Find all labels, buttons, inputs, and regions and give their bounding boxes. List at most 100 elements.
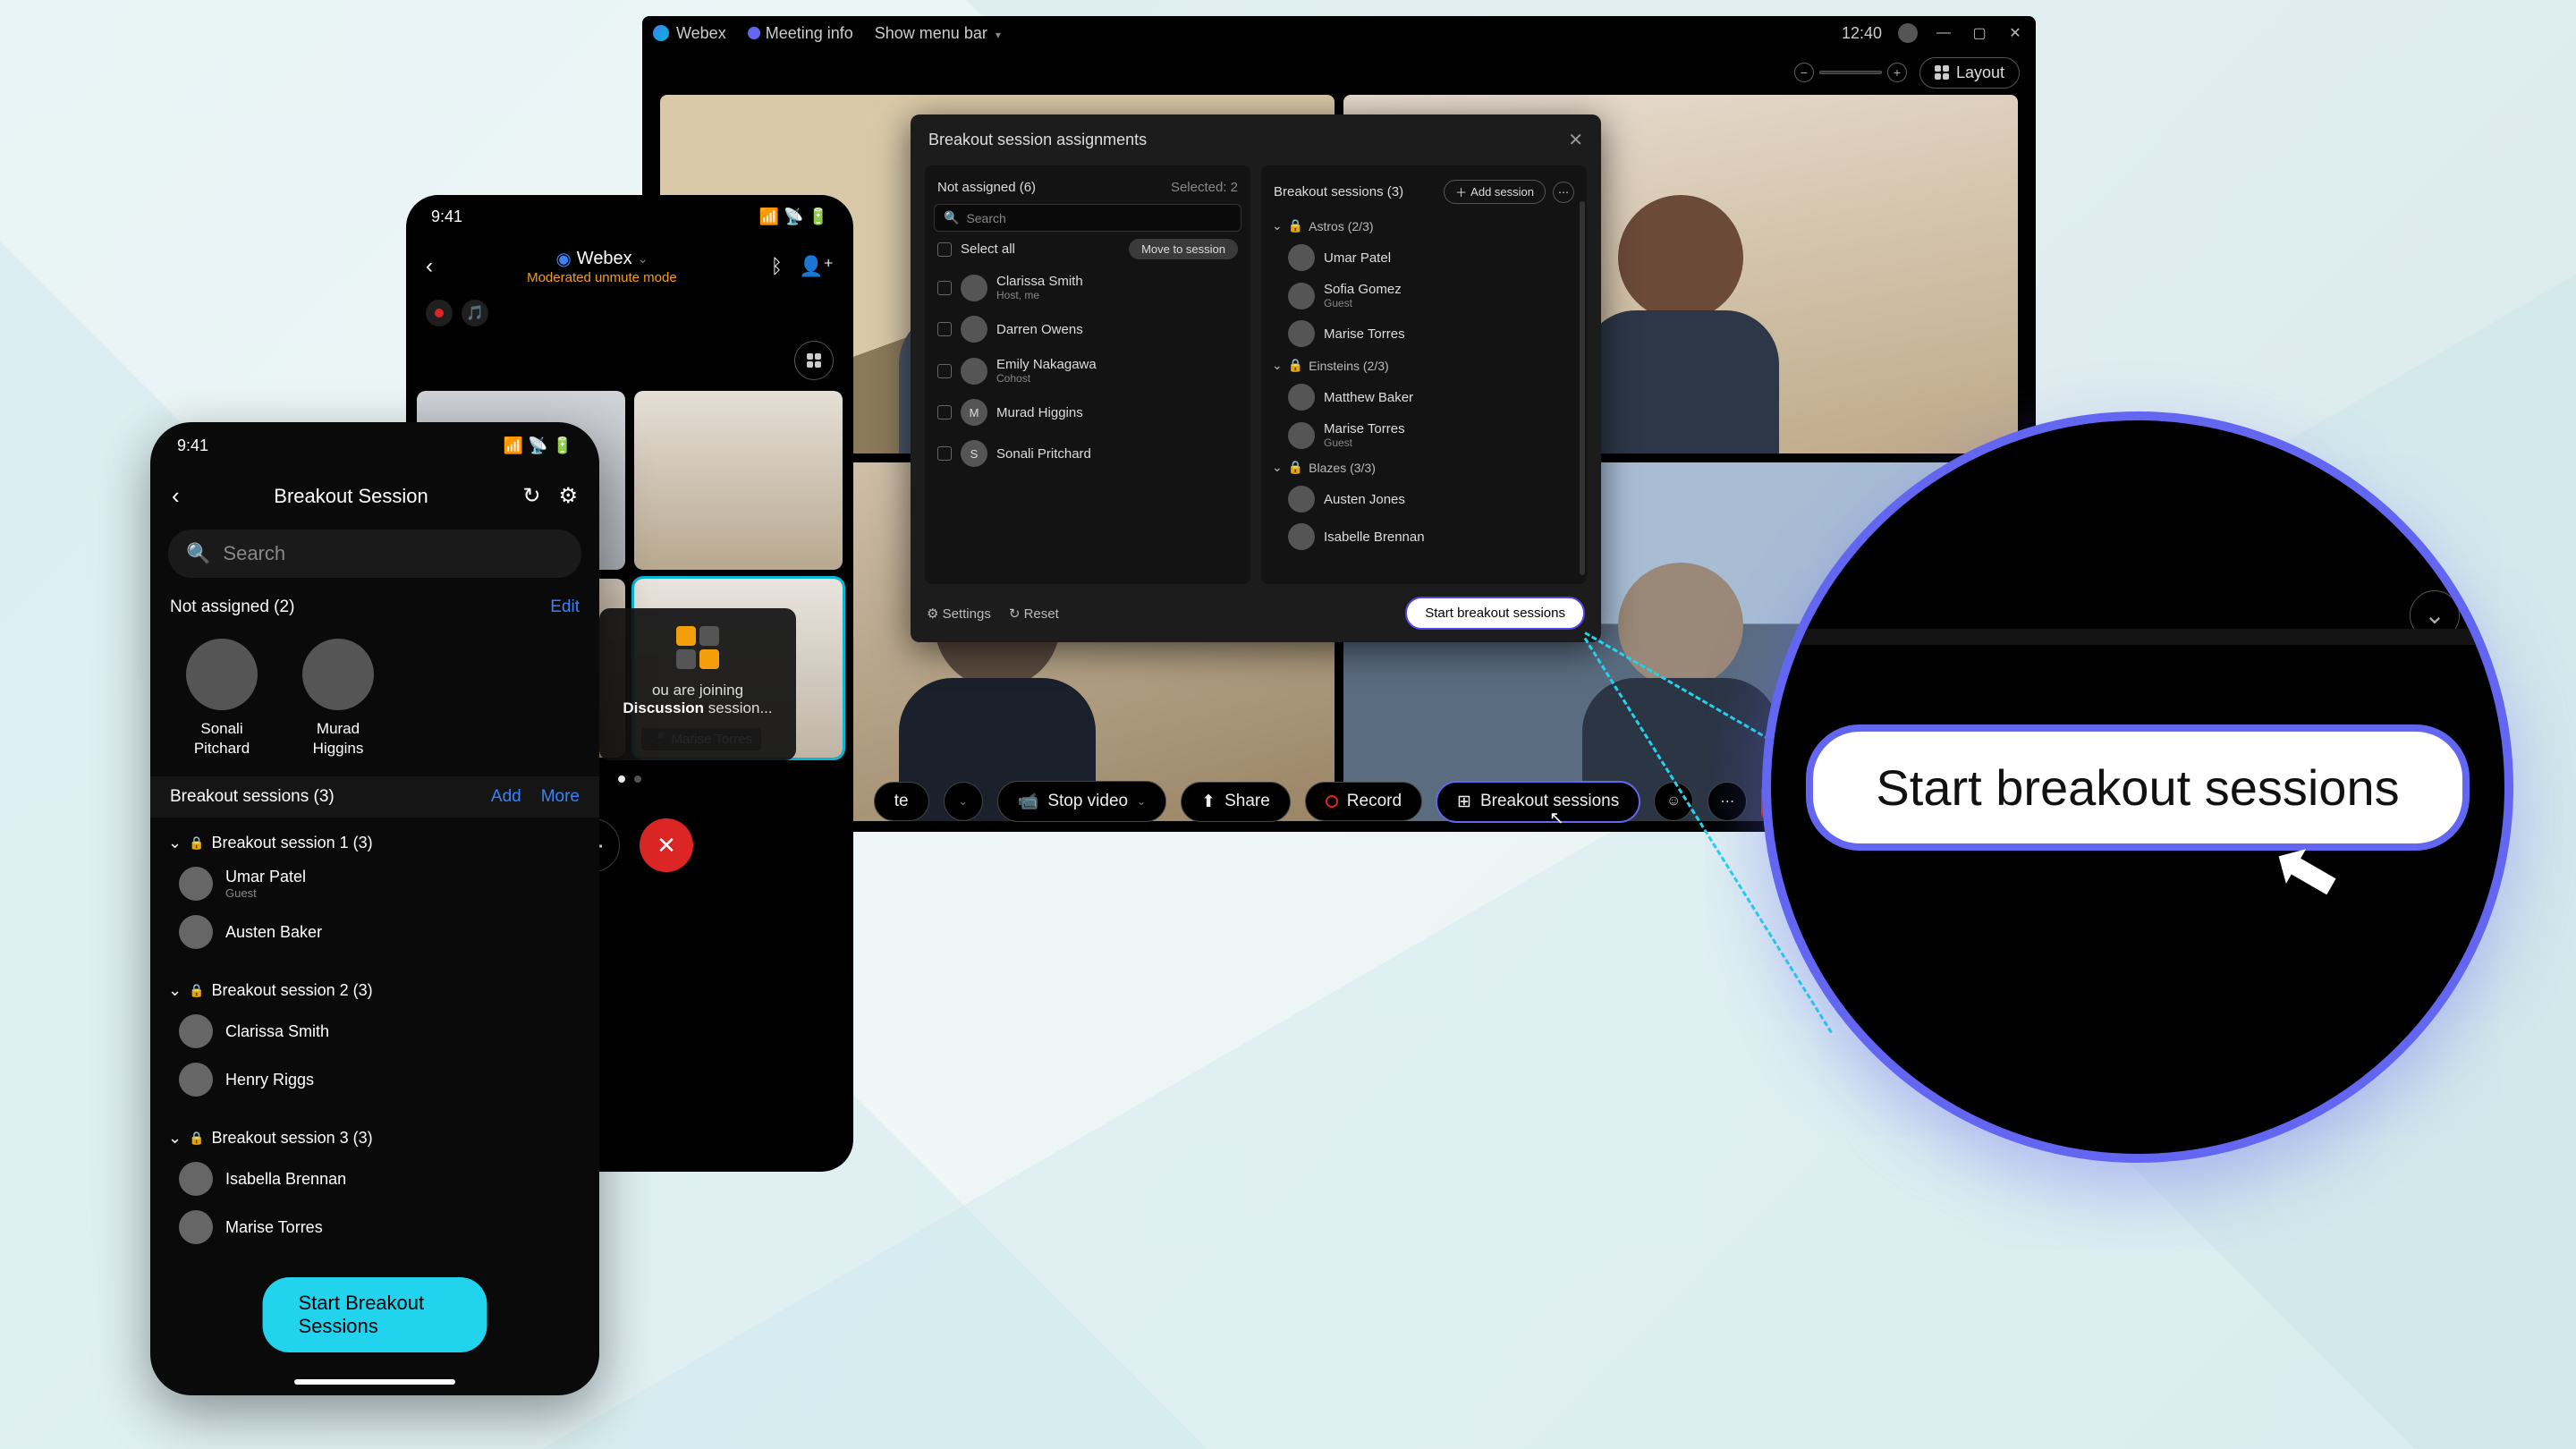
session-member[interactable]: Marise Torres [1270, 315, 1578, 352]
reset-link[interactable]: ↻ Reset [1009, 606, 1059, 622]
unassigned-row[interactable]: Emily NakagawaCohost [934, 350, 1241, 392]
back-icon[interactable]: ‹ [426, 254, 433, 279]
zoom-in-icon[interactable]: + [1887, 63, 1907, 82]
home-indicator[interactable] [294, 1379, 455, 1385]
topbar: − + Layout [642, 50, 2036, 95]
session-member[interactable]: Marise TorresGuest [1270, 416, 1578, 454]
move-to-session-button[interactable]: Move to session [1129, 239, 1238, 259]
phone-device: 9:41 📶 📡 🔋 ‹ Breakout Session ↻ ⚙ 🔍 Sear… [150, 422, 599, 1395]
search-icon: 🔍 [944, 210, 959, 225]
zoom-control[interactable]: − + [1794, 63, 1907, 82]
breakout-icon [676, 626, 719, 669]
more-icon[interactable]: ⋯ [1553, 182, 1574, 203]
tablet-title: Webex [577, 249, 632, 269]
session-member[interactable]: Umar Patel [1270, 239, 1578, 276]
session-member[interactable]: Austen Jones [1270, 480, 1578, 518]
session-member[interactable]: Austen Baker [168, 908, 581, 956]
info-icon [748, 27, 760, 39]
session-group-header[interactable]: ⌄🔒Breakout session 1 (3) [168, 826, 581, 860]
person-name: MuradHiggins [302, 719, 374, 758]
unassigned-row[interactable]: Clarissa SmithHost, me [934, 267, 1241, 309]
avatar: S [961, 440, 987, 467]
more-options-button[interactable]: ⋯ [1707, 782, 1747, 821]
share-button[interactable]: ⬆Share [1181, 782, 1291, 822]
breakout-sessions-button[interactable]: ⊞Breakout sessions [1436, 782, 1640, 822]
add-session-button[interactable]: ＋ Add session [1444, 180, 1546, 204]
person-name: SonaliPitchard [186, 719, 258, 758]
close-icon[interactable]: ✕ [2005, 23, 2025, 43]
avatar [1288, 523, 1315, 550]
search-input[interactable]: 🔍 Search [168, 530, 581, 578]
zoom-out-icon[interactable]: − [1794, 63, 1814, 82]
add-link[interactable]: Add [491, 787, 521, 807]
session-member[interactable]: Isabella Brennan [168, 1155, 581, 1203]
profile-avatar[interactable] [1898, 23, 1918, 43]
unassigned-person[interactable]: SonaliPitchard [186, 639, 258, 758]
mute-button[interactable]: te [874, 782, 929, 821]
checkbox[interactable] [937, 364, 952, 378]
session-group-header[interactable]: ⌄🔒Einsteins (2/3) [1270, 352, 1578, 378]
session-member[interactable]: Sofia GomezGuest [1270, 276, 1578, 315]
session-group-header[interactable]: ⌄🔒Blazes (3/3) [1270, 454, 1578, 480]
edit-link[interactable]: Edit [550, 597, 580, 617]
search-input[interactable]: 🔍 Search [934, 204, 1241, 232]
session-member[interactable]: Henry Riggs [168, 1055, 581, 1104]
unassigned-column: Not assigned (6) Selected: 2 🔍 Search Se… [925, 165, 1250, 584]
page-title: Breakout Session [274, 485, 428, 508]
unassigned-row[interactable]: M Murad Higgins [934, 392, 1241, 433]
unassigned-row[interactable]: S Sonali Pritchard [934, 433, 1241, 474]
signal-wifi-battery-icon: 📶 📡 🔋 [759, 208, 828, 226]
start-breakout-button[interactable]: Start breakout sessions [1405, 597, 1585, 630]
mute-dropdown[interactable]: ⌄ [944, 782, 983, 821]
session-group-header[interactable]: ⌄🔒Breakout session 2 (3) [168, 974, 581, 1007]
avatar [186, 639, 258, 710]
session-member[interactable]: Clarissa Smith [168, 1007, 581, 1055]
checkbox[interactable] [937, 446, 952, 461]
more-link[interactable]: More [541, 787, 580, 807]
lock-icon: 🔒 [189, 1131, 204, 1146]
settings-link[interactable]: ⚙ Settings [927, 606, 991, 622]
video-tile[interactable] [634, 391, 843, 570]
session-group: ⌄🔒Breakout session 1 (3)Umar PatelGuestA… [150, 818, 599, 965]
modal-close-icon[interactable]: ✕ [1568, 129, 1583, 151]
session-group-header[interactable]: ⌄🔒Astros (2/3) [1270, 213, 1578, 239]
minimize-icon[interactable]: — [1934, 23, 1953, 43]
webex-small-icon: ◉ [555, 248, 571, 270]
bluetooth-icon[interactable]: ᛒ [771, 255, 783, 278]
session-group-header[interactable]: ⌄🔒Breakout session 3 (3) [168, 1122, 581, 1155]
participant-name: Austen Jones [1324, 492, 1405, 507]
layout-button[interactable]: Layout [1919, 57, 2020, 89]
session-member[interactable]: Isabelle Brennan [1270, 518, 1578, 555]
maximize-icon[interactable]: ▢ [1970, 23, 1989, 43]
chevron-down-icon: ⌄ [168, 1129, 182, 1148]
checkbox[interactable] [937, 322, 952, 336]
select-all-label[interactable]: Select all [961, 242, 1015, 257]
start-breakout-button[interactable]: Start Breakout Sessions [263, 1277, 487, 1352]
checkbox[interactable] [937, 281, 952, 295]
unassigned-person[interactable]: MuradHiggins [302, 639, 374, 758]
session-member[interactable]: Matthew Baker [1270, 378, 1578, 416]
checkbox[interactable] [937, 405, 952, 419]
back-icon[interactable]: ‹ [172, 482, 180, 510]
scrollbar[interactable] [1580, 201, 1585, 575]
add-person-icon[interactable]: 👤⁺ [799, 255, 834, 278]
select-all-checkbox[interactable] [937, 242, 952, 257]
refresh-icon[interactable]: ↻ [522, 483, 540, 509]
gear-icon[interactable]: ⚙ [558, 483, 578, 509]
show-menu-bar[interactable]: Show menu bar [875, 24, 1001, 43]
record-button[interactable]: Record [1305, 782, 1422, 821]
participant-name: Henry Riggs [225, 1071, 314, 1089]
meeting-info-link[interactable]: Meeting info [766, 24, 853, 43]
tablet-layout-button[interactable] [794, 341, 834, 380]
session-member[interactable]: Marise Torres [168, 1203, 581, 1251]
session-member[interactable]: Umar PatelGuest [168, 860, 581, 908]
stop-video-button[interactable]: 📹Stop video⌄ [997, 781, 1167, 822]
search-icon: 🔍 [186, 542, 210, 565]
titlebar: Webex Meeting info Show menu bar 12:40 —… [642, 16, 2036, 50]
unassigned-row[interactable]: Darren Owens [934, 309, 1241, 350]
participant-role: Host, me [996, 289, 1083, 301]
magnified-start-button[interactable]: Start breakout sessions [1806, 724, 2469, 851]
selected-count: Selected: 2 [1171, 180, 1238, 195]
participant-name: Darren Owens [996, 322, 1083, 337]
participant-name: Umar Patel [225, 868, 306, 886]
